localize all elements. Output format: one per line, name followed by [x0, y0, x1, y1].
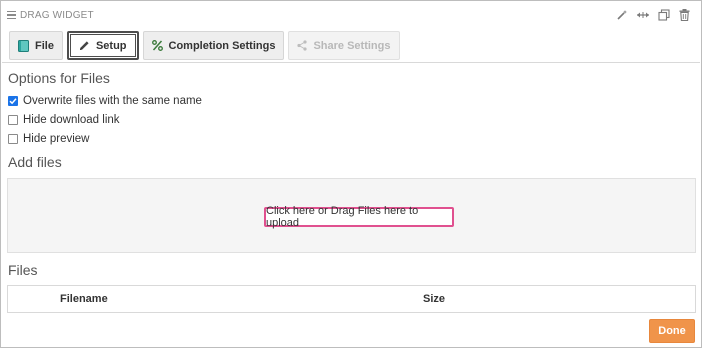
- column-header-size[interactable]: Size: [423, 293, 445, 305]
- option-label: Hide download link: [23, 114, 120, 126]
- widget-toolbar: [611, 7, 695, 23]
- hide-download-checkbox[interactable]: [8, 115, 18, 125]
- share-icon: [297, 40, 308, 51]
- hide-preview-checkbox[interactable]: [8, 134, 18, 144]
- upload-dropzone[interactable]: Click here or Drag Files here to upload: [7, 178, 696, 253]
- option-hide-preview[interactable]: Hide preview: [8, 132, 89, 146]
- drag-handle-icon[interactable]: [7, 10, 17, 20]
- upload-button[interactable]: Click here or Drag Files here to upload: [264, 205, 454, 229]
- options-heading: Options for Files: [8, 70, 110, 86]
- option-label: Hide preview: [23, 133, 90, 145]
- tab-setup[interactable]: Setup: [66, 31, 139, 60]
- tab-completion-settings[interactable]: Completion Settings: [142, 31, 285, 60]
- option-overwrite[interactable]: Overwrite files with the same name: [8, 94, 202, 108]
- tab-share-settings[interactable]: Share Settings: [288, 31, 400, 60]
- magic-wand-icon[interactable]: [611, 7, 632, 23]
- option-hide-download[interactable]: Hide download link: [8, 113, 120, 127]
- files-heading: Files: [8, 262, 38, 278]
- tab-share-settings-label: Share Settings: [313, 39, 391, 52]
- file-icon: [18, 39, 29, 52]
- add-files-heading: Add files: [8, 154, 62, 170]
- tab-completion-settings-label: Completion Settings: [168, 39, 276, 52]
- resize-icon[interactable]: [632, 7, 653, 23]
- tab-file-label: File: [35, 39, 54, 52]
- pencil-icon: [79, 40, 90, 51]
- divider: [2, 62, 700, 63]
- files-table: Filename Size: [7, 285, 696, 313]
- overwrite-checkbox[interactable]: [8, 96, 18, 106]
- widget-header: DRAG WIDGET: [7, 8, 94, 22]
- widget-title: DRAG WIDGET: [20, 9, 94, 21]
- drag-widget-panel: DRAG WIDGET File Setup Completion Settin…: [0, 0, 702, 348]
- tab-setup-label: Setup: [95, 39, 127, 52]
- tab-bar: File Setup Completion Settings Share Set…: [9, 31, 404, 60]
- tab-file[interactable]: File: [9, 31, 63, 60]
- option-label: Overwrite files with the same name: [23, 95, 202, 107]
- percent-icon: [151, 40, 163, 51]
- done-button[interactable]: Done: [649, 319, 695, 343]
- copy-icon[interactable]: [653, 7, 674, 23]
- trash-icon[interactable]: [674, 7, 695, 23]
- column-header-filename[interactable]: Filename: [60, 293, 108, 305]
